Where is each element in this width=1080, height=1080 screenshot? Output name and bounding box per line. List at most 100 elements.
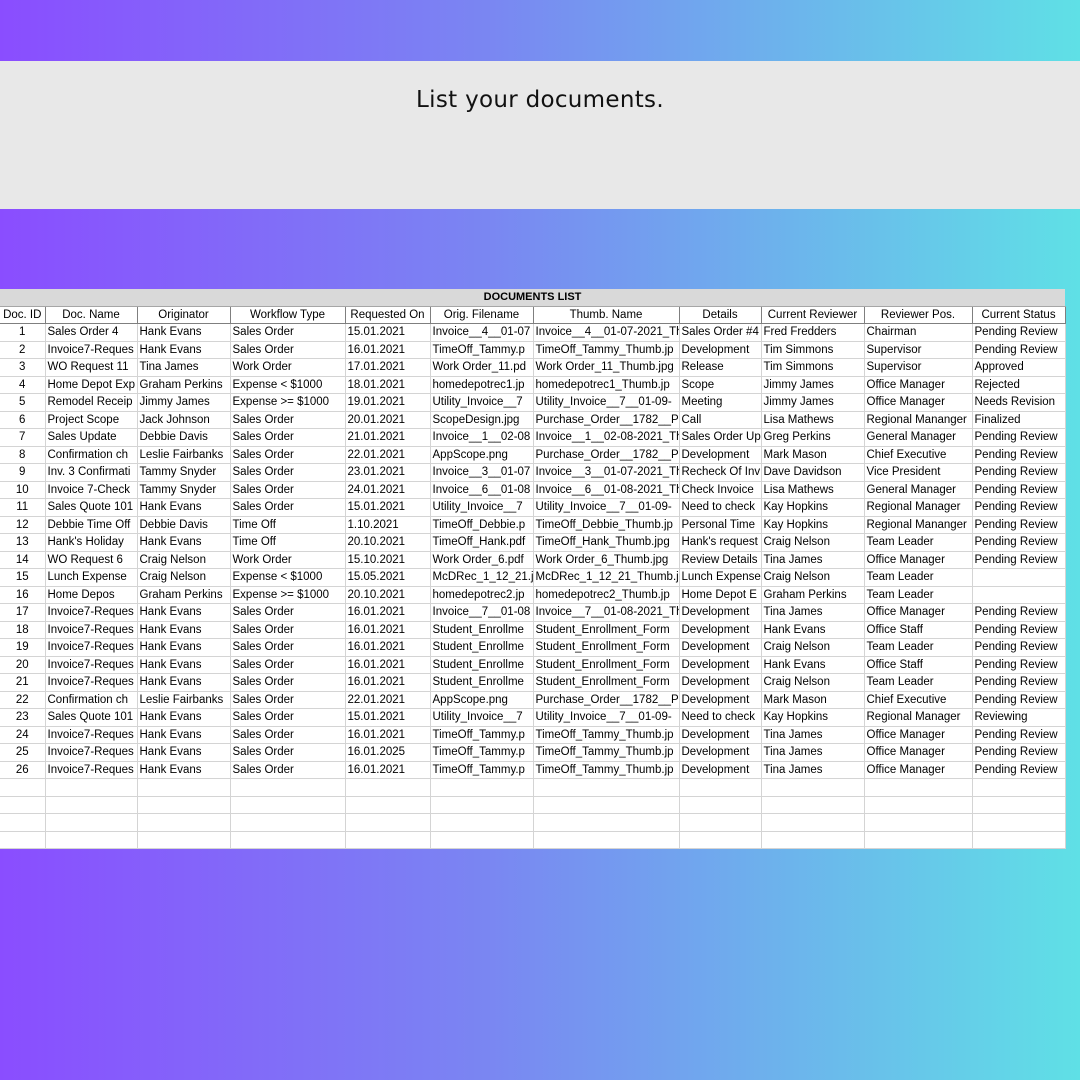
table-row[interactable]: 24 Invoice7-Reques Hank Evans Sales Order 16… <box>0 726 1066 744</box>
table-cell[interactable]: Office Manager <box>864 761 973 779</box>
table-cell[interactable]: Student_Enrollment_Form <box>533 621 680 639</box>
table-cell[interactable]: Craig Nelson <box>137 551 231 569</box>
table-cell[interactable]: Sales Order <box>230 761 346 779</box>
table-cell[interactable]: 6 <box>0 411 46 429</box>
table-cell[interactable]: Time Off <box>230 533 346 552</box>
table-cell[interactable]: Greg Perkins <box>761 428 865 447</box>
table-cell[interactable]: TimeOff_Debbie_Thumb.jp <box>533 516 680 534</box>
table-cell[interactable]: Sales Quote 101 <box>45 498 138 517</box>
table-row[interactable]: 16 Home Depos Graham Perkins Expense >= $10… <box>0 586 1066 604</box>
table-cell[interactable]: Jimmy James <box>761 393 865 412</box>
empty-cell[interactable] <box>679 831 762 849</box>
table-cell[interactable]: Sales Order <box>230 743 346 762</box>
table-cell[interactable]: Utility_Invoice__7 <box>430 708 534 727</box>
table-cell[interactable]: WO Request 11 <box>45 358 138 377</box>
table-cell[interactable]: Sales Order <box>230 341 346 359</box>
table-cell[interactable]: TimeOff_Tammy_Thumb.jp <box>533 743 680 762</box>
table-cell[interactable]: Mark Mason <box>761 691 865 709</box>
table-cell[interactable]: Student_Enrollment_Form <box>533 656 680 674</box>
table-cell[interactable]: Lisa Mathews <box>761 411 865 429</box>
table-cell[interactable]: Supervisor <box>864 341 973 359</box>
table-cell[interactable]: TimeOff_Tammy.p <box>430 726 534 744</box>
table-cell[interactable]: Regional Manager <box>864 498 973 517</box>
table-cell[interactable]: Regional Manager <box>864 708 973 727</box>
table-row[interactable]: 12 Debbie Time Off Debbie Davis Time Off 1.1… <box>0 516 1066 534</box>
table-cell[interactable]: Expense < $1000 <box>230 568 346 587</box>
table-cell[interactable]: Hank Evans <box>137 533 231 552</box>
empty-cell[interactable] <box>533 796 680 814</box>
table-cell[interactable]: Supervisor <box>864 358 973 377</box>
table-cell[interactable]: Invoice7-Reques <box>45 673 138 692</box>
table-cell[interactable]: Sales Order <box>230 603 346 622</box>
empty-cell[interactable] <box>345 813 431 832</box>
table-cell[interactable]: Development <box>679 673 762 692</box>
table-cell[interactable]: Sales Order 4 <box>45 323 138 342</box>
table-cell[interactable]: Office Staff <box>864 656 973 674</box>
table-cell[interactable]: TimeOff_Debbie.p <box>430 516 534 534</box>
table-row[interactable]: 19 Invoice7-Reques Hank Evans Sales Order 16… <box>0 638 1066 657</box>
empty-cell[interactable] <box>345 796 431 814</box>
table-cell[interactable]: Invoice__1__02-08 <box>430 428 534 447</box>
table-cell[interactable]: Development <box>679 603 762 622</box>
table-cell[interactable]: TimeOff_Tammy_Thumb.jp <box>533 761 680 779</box>
table-row[interactable]: 22 Confirmation ch Leslie Fairbanks Sales O… <box>0 691 1066 709</box>
column-header[interactable]: Workflow Type <box>230 306 346 324</box>
table-cell[interactable]: TimeOff_Tammy_Thumb.jp <box>533 726 680 744</box>
empty-row[interactable] <box>0 831 1066 849</box>
table-cell[interactable]: Work Order_6_Thumb.jpg <box>533 551 680 569</box>
table-cell[interactable]: Team Leader <box>864 568 973 587</box>
table-cell[interactable]: Development <box>679 621 762 639</box>
empty-cell[interactable] <box>137 831 231 849</box>
table-row[interactable]: 11 Sales Quote 101 Hank Evans Sales Order 15… <box>0 498 1066 517</box>
table-cell[interactable]: Review Details <box>679 551 762 569</box>
empty-cell[interactable] <box>864 813 973 832</box>
table-cell[interactable]: Pending Review <box>972 533 1066 552</box>
table-row[interactable]: 7 Sales Update Debbie Davis Sales Order 21.0… <box>0 428 1066 447</box>
table-cell[interactable]: Call <box>679 411 762 429</box>
table-cell[interactable]: 20.10.2021 <box>345 533 431 552</box>
table-cell[interactable]: 14 <box>0 551 46 569</box>
table-cell[interactable]: 7 <box>0 428 46 447</box>
table-cell[interactable]: 16.01.2021 <box>345 761 431 779</box>
table-cell[interactable]: Student_Enrollme <box>430 656 534 674</box>
table-cell[interactable]: 9 <box>0 463 46 482</box>
table-cell[interactable]: WO Request 6 <box>45 551 138 569</box>
empty-cell[interactable] <box>679 796 762 814</box>
empty-cell[interactable] <box>972 813 1066 832</box>
table-cell[interactable]: Regional Mananger <box>864 411 973 429</box>
empty-cell[interactable] <box>45 778 138 797</box>
table-cell[interactable]: Lunch Expense <box>679 568 762 587</box>
table-cell[interactable]: Sales Order <box>230 673 346 692</box>
empty-cell[interactable] <box>761 813 865 832</box>
table-cell[interactable]: Development <box>679 638 762 657</box>
table-cell[interactable]: Sales Order <box>230 638 346 657</box>
table-cell[interactable]: Sales Order <box>230 498 346 517</box>
table-cell[interactable]: 21 <box>0 673 46 692</box>
table-row[interactable]: 5 Remodel Receip Jimmy James Expense >= $10… <box>0 393 1066 412</box>
empty-cell[interactable] <box>0 778 46 797</box>
table-cell[interactable]: Confirmation ch <box>45 691 138 709</box>
table-cell[interactable]: Chief Executive <box>864 691 973 709</box>
table-cell[interactable]: Sales Order <box>230 621 346 639</box>
table-cell[interactable]: Sales Order <box>230 411 346 429</box>
table-cell[interactable]: Hank Evans <box>137 621 231 639</box>
table-cell[interactable]: Check Invoice <box>679 481 762 499</box>
table-cell[interactable]: Invoice__7__01-08 <box>430 603 534 622</box>
empty-cell[interactable] <box>864 778 973 797</box>
table-cell[interactable]: Office Manager <box>864 603 973 622</box>
table-cell[interactable]: Pending Review <box>972 656 1066 674</box>
table-cell[interactable]: Lisa Mathews <box>761 481 865 499</box>
table-cell[interactable]: Student_Enrollme <box>430 673 534 692</box>
table-cell[interactable]: 19 <box>0 638 46 657</box>
table-cell[interactable]: Leslie Fairbanks <box>137 446 231 464</box>
table-cell[interactable]: Expense < $1000 <box>230 376 346 394</box>
table-cell[interactable]: Need to check <box>679 708 762 727</box>
table-cell[interactable]: TimeOff_Tammy.p <box>430 761 534 779</box>
empty-cell[interactable] <box>137 813 231 832</box>
table-cell[interactable]: Development <box>679 446 762 464</box>
table-cell[interactable]: Home Depot E <box>679 586 762 604</box>
table-cell[interactable]: 8 <box>0 446 46 464</box>
table-cell[interactable]: Invoice__4__01-07 <box>430 323 534 342</box>
table-row[interactable]: 6 Project Scope Jack Johnson Sales Order 20.… <box>0 411 1066 429</box>
table-cell[interactable]: General Manager <box>864 428 973 447</box>
